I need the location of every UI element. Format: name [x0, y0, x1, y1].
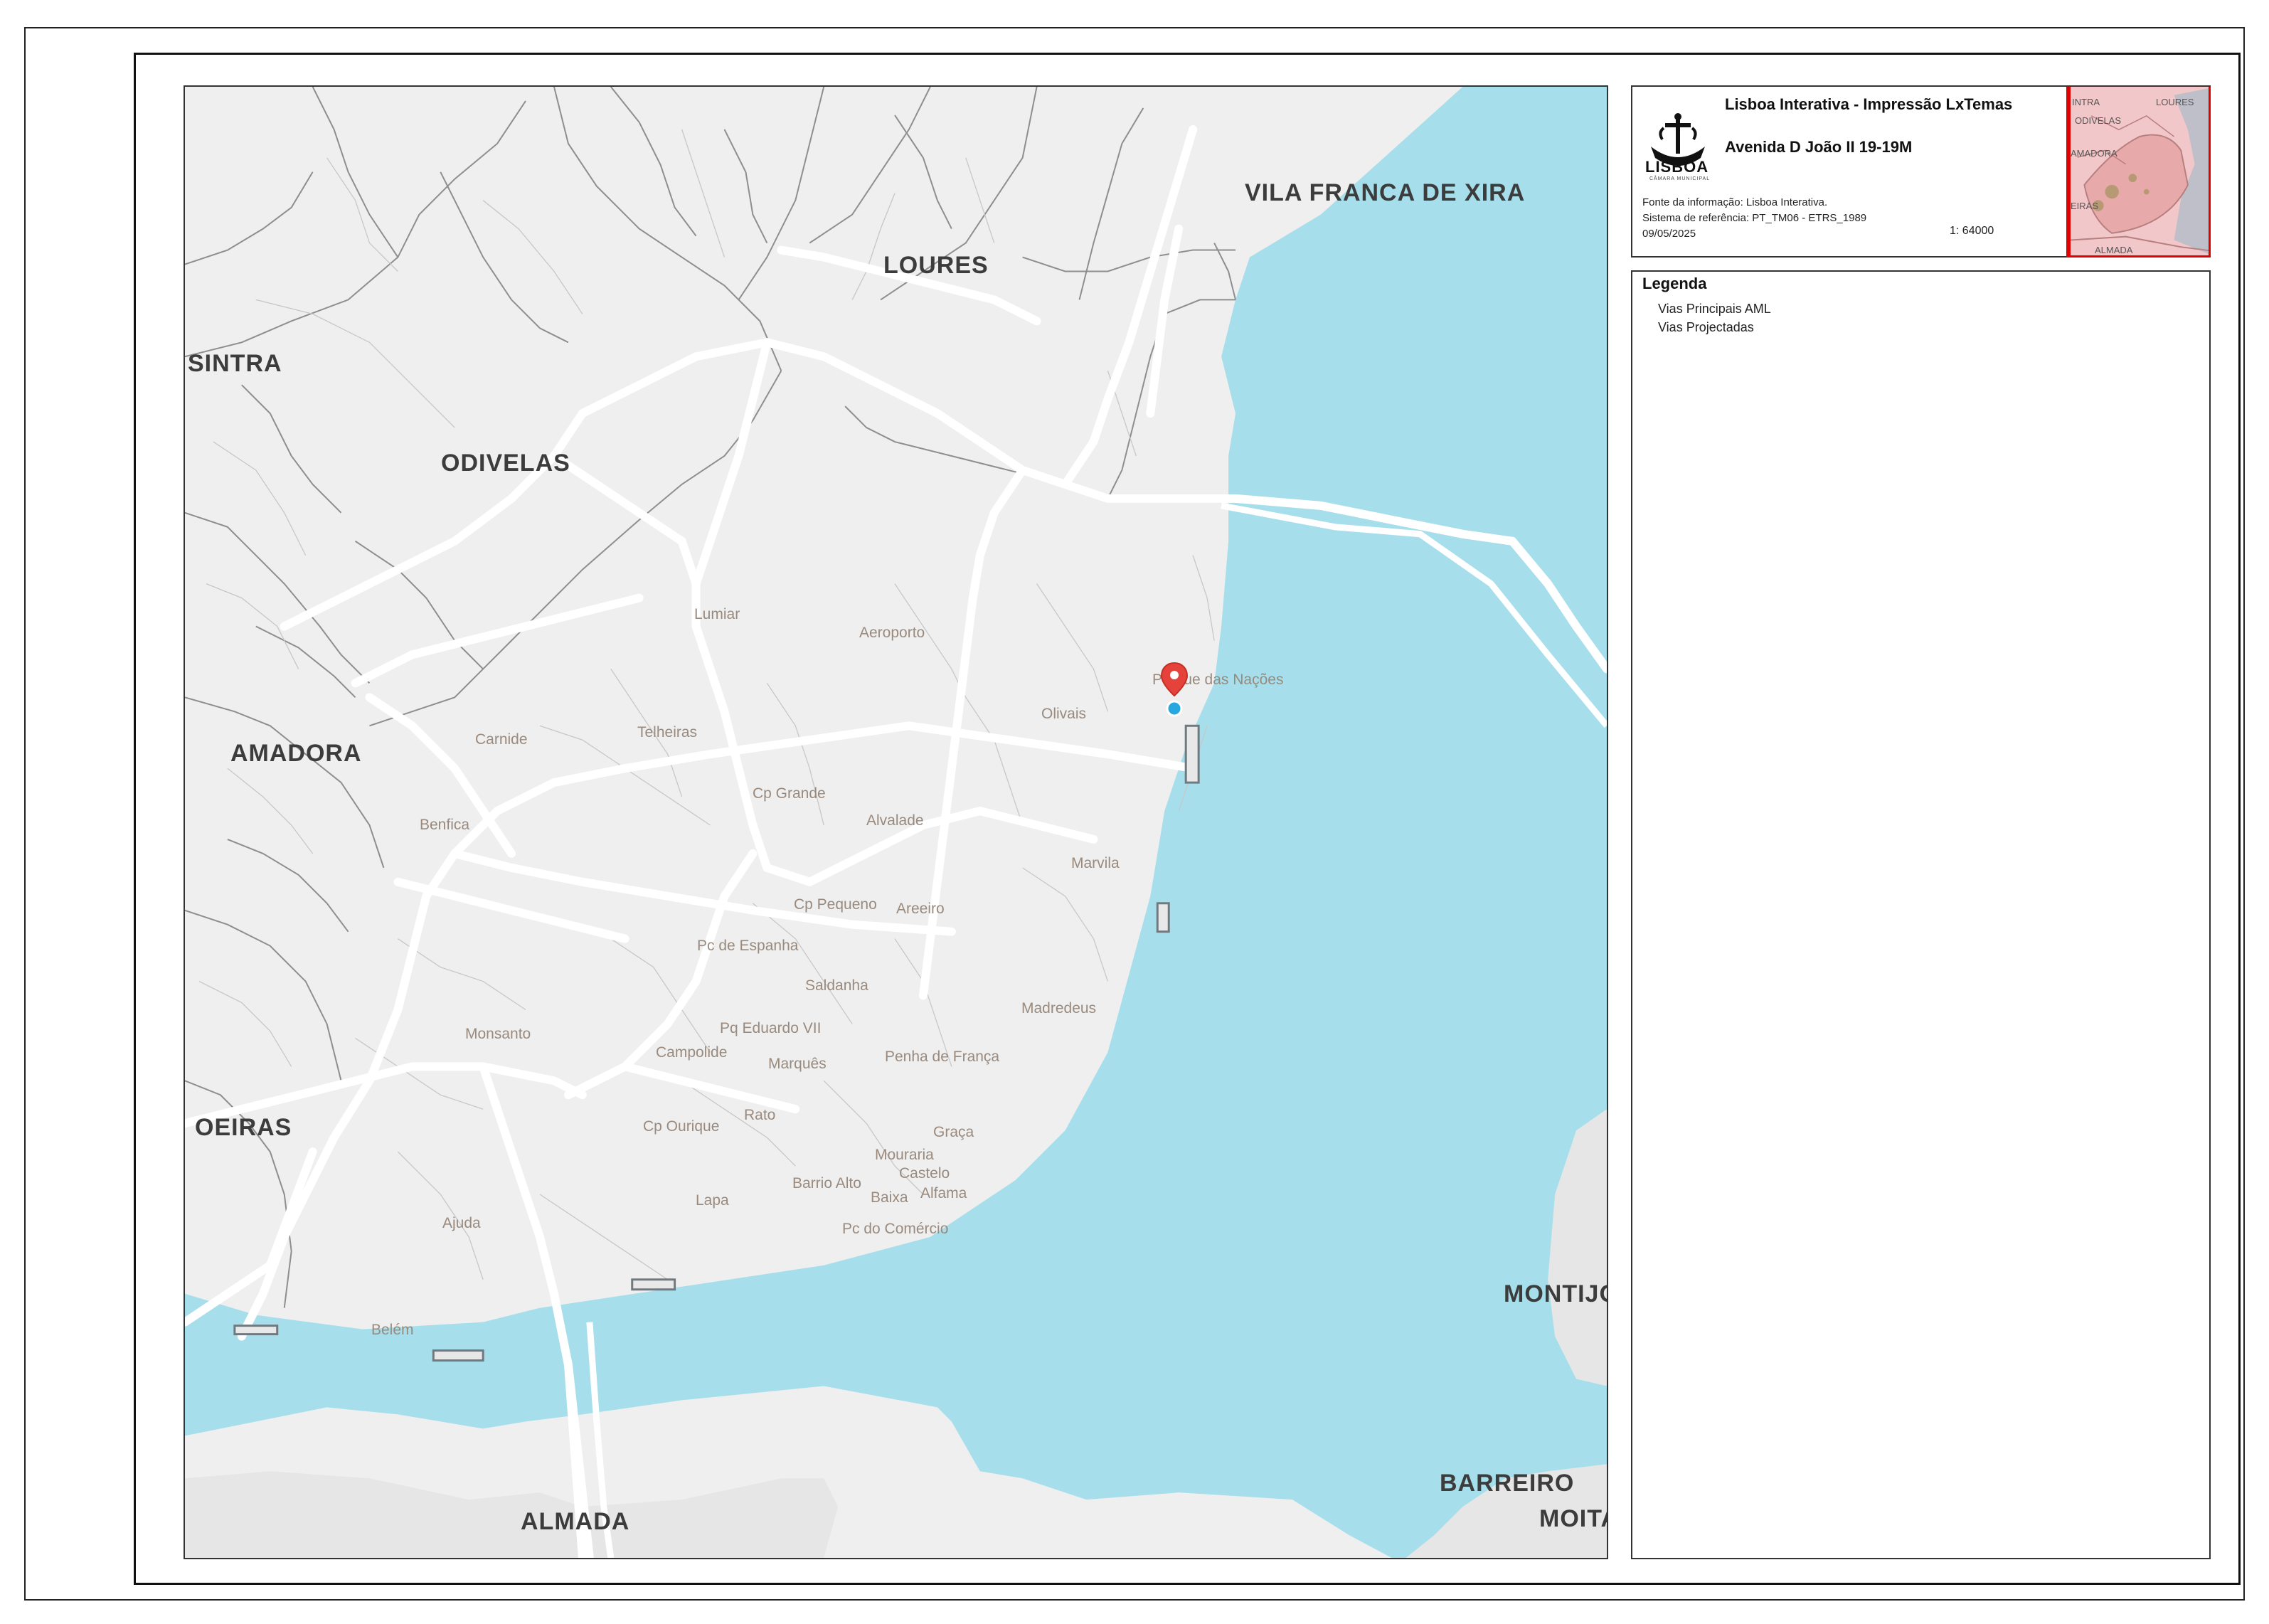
place-label-olivais: Olivais — [1041, 706, 1087, 722]
overview-label-sintra: INTRA — [2072, 97, 2100, 107]
place-label-graca: Graça — [933, 1124, 974, 1140]
place-label-marvila: Marvila — [1071, 855, 1120, 871]
legend-title: Legenda — [1642, 275, 1707, 292]
place-label-marques: Marquês — [768, 1056, 827, 1072]
overview-label-oeiras: EIRAS — [2071, 201, 2099, 211]
place-label-telheiras: Telheiras — [637, 724, 698, 741]
location-dot-icon — [1166, 700, 1183, 717]
region-label-moita: MOITA — [1539, 1505, 1607, 1532]
info-date: 09/05/2025 — [1642, 228, 1696, 240]
place-label-belem: Belém — [371, 1322, 414, 1338]
region-label-sintra: SINTRA — [188, 350, 282, 377]
place-label-alfama: Alfama — [920, 1185, 967, 1201]
place-label-mouraria: Mouraria — [875, 1147, 934, 1163]
place-label-madredeus: Madredeus — [1021, 1000, 1097, 1017]
overview-label-almada: ALMADA — [2095, 245, 2133, 255]
place-label-pc-espanha: Pc de Espanha — [697, 938, 799, 954]
place-label-areeiro: Areeiro — [896, 901, 945, 917]
legend-panel: Legenda Vias Principais AML Vias Project… — [1631, 270, 2211, 1559]
place-label-saldanha: Saldanha — [805, 977, 868, 994]
place-label-barrio-alto: Barrio Alto — [792, 1175, 861, 1192]
logo-subtext: CÂMARA MUNICIPAL — [1649, 176, 1711, 181]
overview-label-amadora: AMADORA — [2071, 148, 2117, 159]
region-label-montijo: MONTIJO — [1504, 1280, 1608, 1307]
south-bank — [185, 1471, 839, 1558]
place-label-lapa: Lapa — [696, 1192, 729, 1209]
overview-map: INTRA LOURES ODIVELAS AMADORA EIRAS ALMA… — [2066, 87, 2211, 258]
place-label-baixa: Baixa — [871, 1189, 908, 1206]
place-label-alvalade: Alvalade — [866, 812, 924, 829]
place-label-cp-pequeno: Cp Pequeno — [794, 896, 877, 913]
region-label-oeiras: OEIRAS — [195, 1114, 292, 1141]
place-label-carnide: Carnide — [475, 731, 528, 748]
overview-label-odivelas: ODIVELAS — [2075, 115, 2122, 126]
place-label-monsanto: Monsanto — [465, 1026, 531, 1042]
location-marker-icon[interactable] — [1159, 662, 1189, 720]
info-crs: Sistema de referência: PT_TM06 - ETRS_19… — [1642, 212, 1867, 224]
print-subtitle: Avenida D João II 19-19M — [1725, 138, 1913, 156]
legend-item-vias-projectadas: Vias Projectadas — [1658, 320, 1754, 334]
info-source: Fonte da informação: Lisboa Interativa. — [1642, 196, 1828, 208]
place-label-pq-eduardo: Pq Eduardo VII — [720, 1020, 822, 1036]
map-scale: 1: 64000 — [1950, 225, 1994, 237]
region-label-almada: ALMADA — [521, 1508, 630, 1535]
region-label-barreiro: BARREIRO — [1440, 1470, 1575, 1497]
region-label-loures: LOURES — [883, 252, 989, 279]
place-label-rato: Rato — [744, 1107, 776, 1123]
place-label-cp-grande: Cp Grande — [753, 785, 826, 802]
place-label-pc-comercio: Pc do Comércio — [842, 1221, 949, 1237]
legend-item-vias-principais: Vias Principais AML — [1658, 302, 1771, 316]
region-label-amadora: AMADORA — [230, 740, 362, 767]
map-view[interactable]: VILA FRANCA DE XIRA LOURES SINTRA ODIVEL… — [184, 85, 1608, 1559]
place-label-penha-franca: Penha de França — [885, 1049, 1000, 1065]
logo-text: LISBOA — [1645, 158, 1709, 176]
region-label-vila-franca: VILA FRANCA DE XIRA — [1245, 179, 1526, 206]
region-label-odivelas: ODIVELAS — [441, 450, 570, 477]
overview-label-loures: LOURES — [2156, 97, 2194, 107]
place-label-aeroporto: Aeroporto — [859, 625, 925, 641]
place-label-campolide: Campolide — [656, 1044, 728, 1061]
place-label-cp-ourique: Cp Ourique — [643, 1118, 720, 1135]
place-label-benfica: Benfica — [420, 817, 470, 833]
print-header: LISBOA CÂMARA MUNICIPAL Lisboa Interativ… — [1631, 85, 2211, 258]
place-label-castelo: Castelo — [899, 1165, 950, 1182]
print-title: Lisboa Interativa - Impressão LxTemas — [1725, 95, 2013, 113]
place-label-lumiar: Lumiar — [694, 606, 740, 622]
place-label-ajuda: Ajuda — [442, 1215, 481, 1231]
